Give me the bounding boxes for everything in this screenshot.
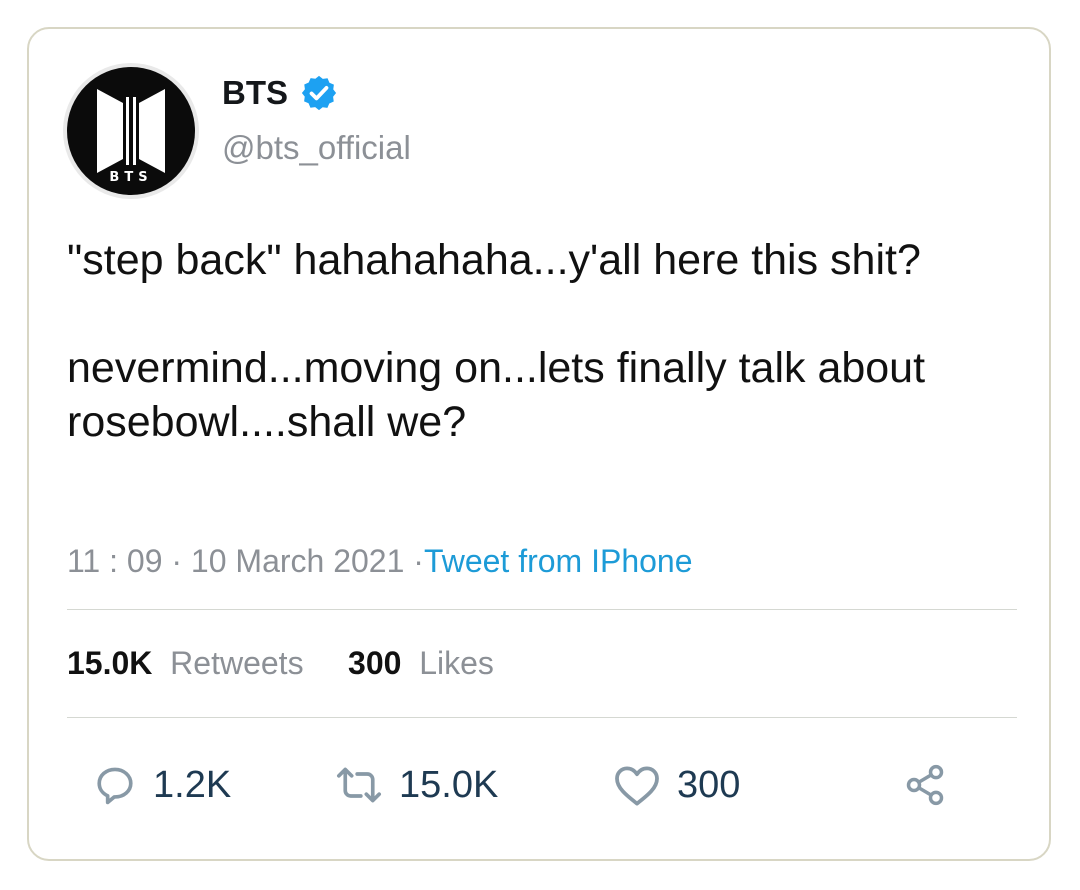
retweets-label: Retweets bbox=[170, 645, 304, 681]
likes-count: 300 bbox=[348, 645, 402, 681]
divider bbox=[67, 717, 1017, 718]
reply-button[interactable]: 1.2K bbox=[93, 753, 231, 817]
likes-label: Likes bbox=[419, 645, 494, 681]
author-name[interactable]: BTS bbox=[222, 74, 288, 112]
tweet-text: "step back" hahahahaha...y'all here this… bbox=[67, 236, 926, 446]
share-button[interactable] bbox=[903, 753, 947, 817]
tweet-stats: 15.0K Retweets 300 Likes bbox=[67, 645, 494, 682]
bts-logo-icon: BTS bbox=[97, 89, 165, 185]
likes-stat[interactable]: 300 Likes bbox=[348, 645, 494, 681]
tweet-actions: 1.2K 15.0K 300 bbox=[29, 753, 1049, 817]
avatar-logo-text: BTS bbox=[109, 170, 152, 185]
reply-icon bbox=[97, 767, 133, 805]
heart-icon bbox=[615, 766, 659, 806]
author-row: BTS bbox=[222, 69, 338, 117]
reply-count: 1.2K bbox=[153, 763, 232, 806]
retweet-icon bbox=[337, 767, 381, 803]
retweets-stat[interactable]: 15.0K Retweets bbox=[67, 645, 304, 681]
verified-badge-icon bbox=[301, 75, 337, 111]
author-handle[interactable]: @bts_official bbox=[222, 129, 411, 167]
like-count: 300 bbox=[677, 763, 741, 806]
share-icon bbox=[906, 764, 944, 806]
source-separator: · bbox=[404, 543, 424, 579]
retweet-button[interactable]: 15.0K bbox=[335, 753, 498, 817]
like-button[interactable]: 300 bbox=[613, 753, 740, 817]
tweet-time[interactable]: 11 : 09 bbox=[67, 543, 162, 579]
tweet-card: BTS BTS @bts_official "step back" hahaha… bbox=[27, 27, 1051, 861]
avatar[interactable]: BTS bbox=[67, 67, 195, 195]
tweet-meta: 11 : 09 · 10 March 2021 ·Tweet from IPho… bbox=[67, 543, 693, 580]
tweet-source-link[interactable]: Tweet from IPhone bbox=[424, 543, 693, 579]
retweets-count: 15.0K bbox=[67, 645, 153, 681]
meta-separator: · bbox=[162, 543, 191, 579]
tweet-date[interactable]: 10 March 2021 bbox=[191, 543, 404, 579]
divider bbox=[67, 609, 1017, 610]
retweet-count: 15.0K bbox=[399, 763, 499, 806]
